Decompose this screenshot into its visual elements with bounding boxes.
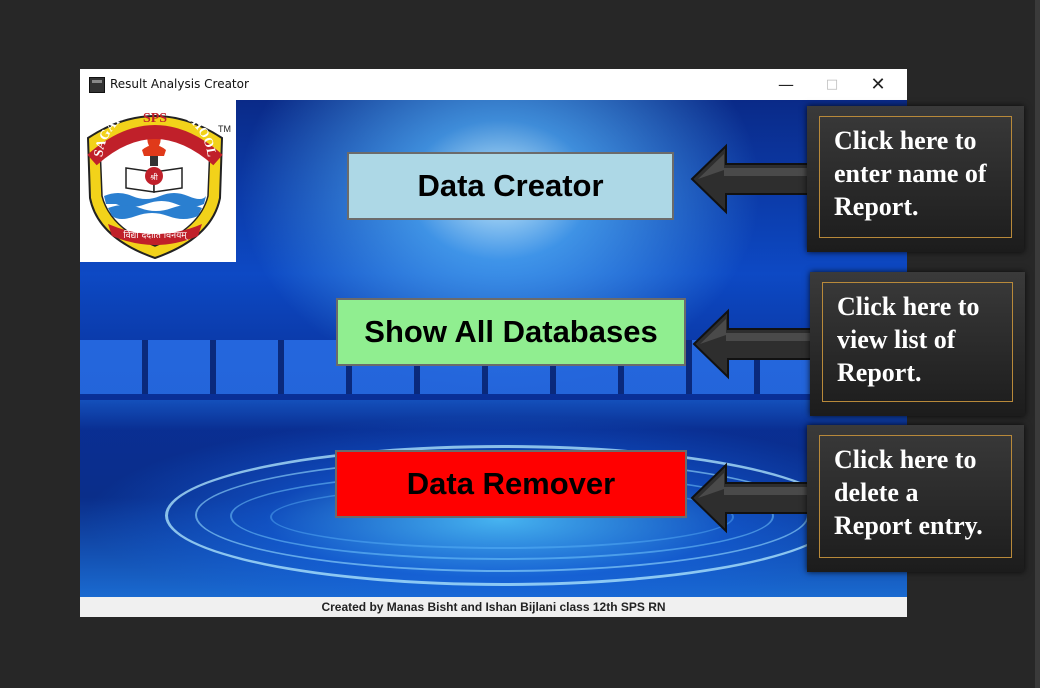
callout-enter-report: Click here to enter name of Report. bbox=[807, 106, 1024, 252]
left-arrow-icon bbox=[690, 143, 815, 215]
callout-view-report: Click here to view list of Report. bbox=[810, 272, 1025, 416]
maximize-button[interactable]: □ bbox=[809, 69, 855, 100]
school-logo: SAGAR PUBLIC SCHOOL SPS श्री विद्या ददात… bbox=[80, 100, 236, 262]
callout-line: Click here to bbox=[834, 126, 977, 155]
callout-line: Report entry. bbox=[834, 511, 983, 540]
callout-line: view list of bbox=[837, 325, 956, 354]
callout-line: Click here to bbox=[834, 445, 977, 474]
school-motto: विद्या ददाति विनयम् bbox=[123, 229, 188, 241]
window-title: Result Analysis Creator bbox=[110, 77, 249, 91]
minimize-button[interactable]: — bbox=[763, 69, 809, 100]
title-bar[interactable]: Result Analysis Creator — □ ✕ bbox=[80, 69, 907, 100]
callout-line: delete a bbox=[834, 478, 919, 507]
show-all-databases-button[interactable]: Show All Databases bbox=[336, 298, 686, 366]
callout-line: Report. bbox=[837, 358, 922, 387]
data-creator-button[interactable]: Data Creator bbox=[347, 152, 674, 220]
callout-line: enter name of bbox=[834, 159, 987, 188]
app-icon bbox=[89, 77, 105, 93]
close-button[interactable]: ✕ bbox=[855, 69, 901, 100]
data-remover-button[interactable]: Data Remover bbox=[335, 450, 687, 518]
floor-glow bbox=[80, 400, 907, 430]
left-arrow-icon bbox=[692, 308, 817, 380]
trademark-mark: TM bbox=[218, 124, 231, 134]
screen-edge bbox=[1035, 0, 1040, 688]
callout-line: Click here to bbox=[837, 292, 980, 321]
book-text: श्री bbox=[150, 172, 159, 182]
school-emblem-icon: SAGAR PUBLIC SCHOOL SPS श्री विद्या ददात… bbox=[86, 100, 224, 260]
credits-bar: Created by Manas Bisht and Ishan Bijlani… bbox=[321, 600, 666, 614]
school-abbr: SPS bbox=[143, 111, 167, 126]
left-arrow-icon bbox=[690, 462, 815, 534]
callout-line: Report. bbox=[834, 192, 919, 221]
callout-delete-report: Click here to delete a Report entry. bbox=[807, 425, 1024, 572]
